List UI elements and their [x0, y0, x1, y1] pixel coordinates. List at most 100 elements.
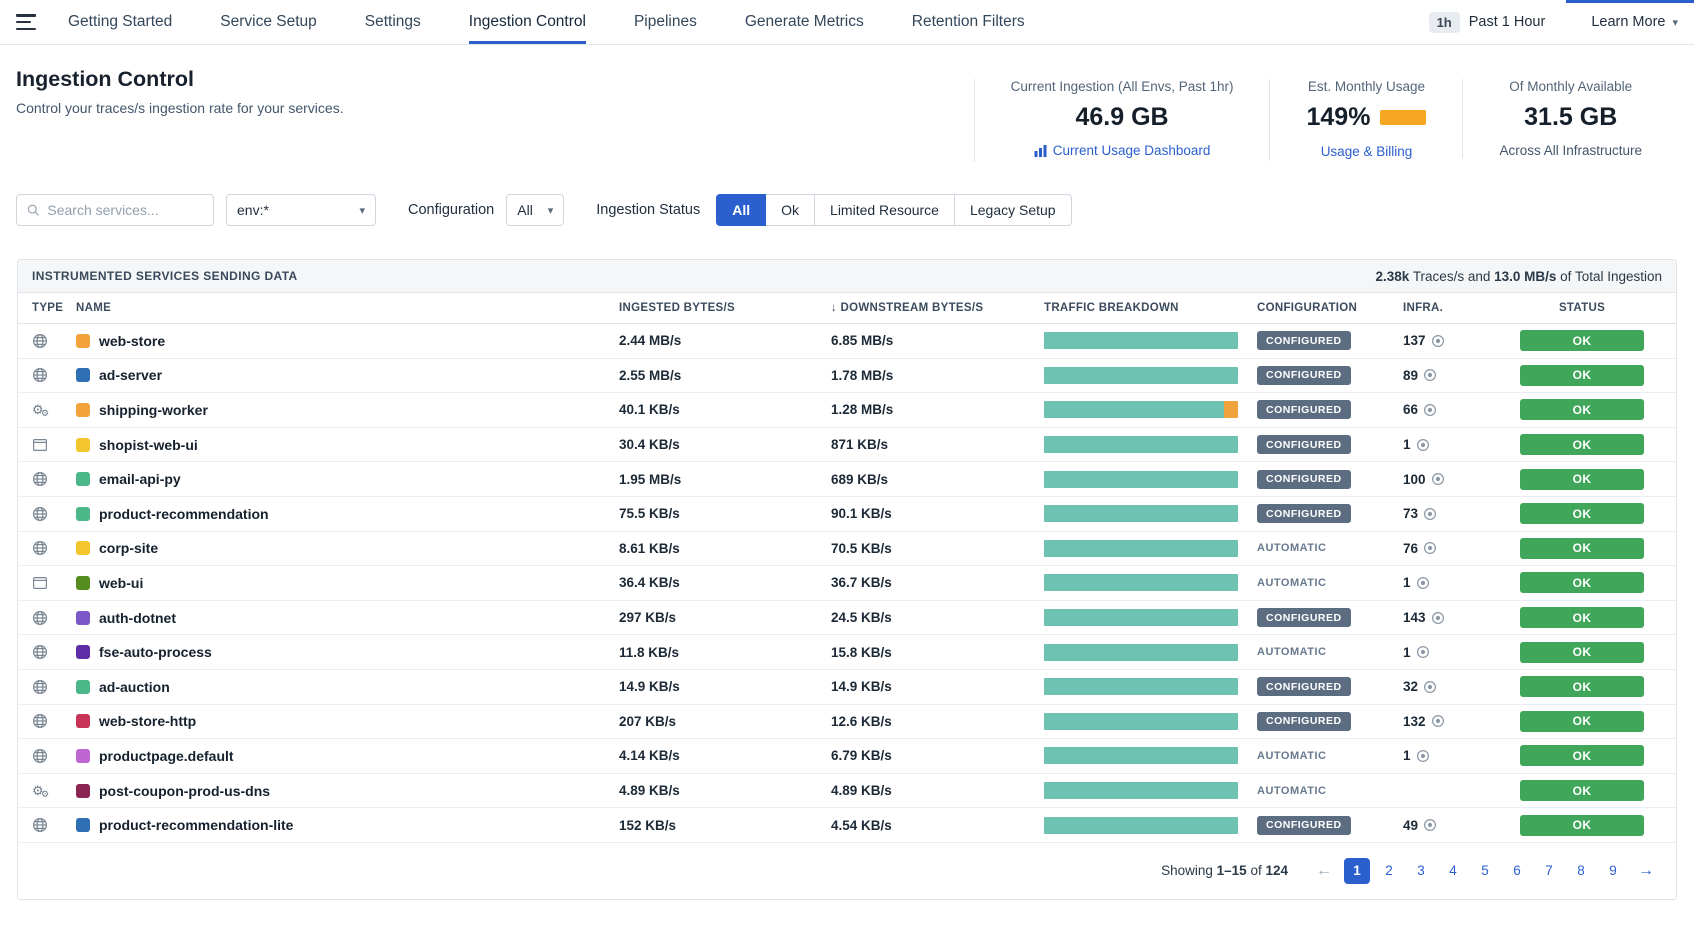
- time-range-label[interactable]: Past 1 Hour: [1469, 14, 1546, 30]
- tab-ingestion-control[interactable]: Ingestion Control: [469, 0, 586, 44]
- status-badge[interactable]: OK: [1520, 745, 1644, 766]
- service-name[interactable]: fse-auto-process: [99, 644, 212, 660]
- table-row[interactable]: ad-auction 14.9 KB/s 14.9 KB/s CONFIGURE…: [18, 670, 1676, 705]
- service-name[interactable]: post-coupon-prod-us-dns: [99, 783, 270, 799]
- status-badge[interactable]: OK: [1520, 676, 1644, 697]
- table-row[interactable]: fse-auto-process 11.8 KB/s 15.8 KB/s AUT…: [18, 635, 1676, 670]
- page-button-9[interactable]: 9: [1600, 858, 1626, 884]
- ingested-bytes-value: 2.55 MB/s: [619, 368, 831, 383]
- learn-more-button[interactable]: Learn More ▾: [1591, 14, 1678, 30]
- infra-cell: 89: [1403, 368, 1502, 383]
- service-color-square: [76, 680, 90, 694]
- service-name[interactable]: shipping-worker: [99, 402, 208, 418]
- page-button-5[interactable]: 5: [1472, 858, 1498, 884]
- usage-billing-link[interactable]: Usage & Billing: [1321, 144, 1413, 159]
- column-header-ingested[interactable]: INGESTED BYTES/S: [619, 302, 831, 314]
- prev-page-arrow-icon[interactable]: ←: [1310, 862, 1338, 880]
- status-badge[interactable]: OK: [1520, 815, 1644, 836]
- status-badge[interactable]: OK: [1520, 469, 1644, 490]
- service-name[interactable]: product-recommendation-lite: [99, 817, 293, 833]
- env-filter-select[interactable]: env:* ▾: [226, 194, 376, 226]
- host-icon: [1431, 611, 1445, 625]
- infra-cell: 100: [1403, 472, 1502, 487]
- status-badge[interactable]: OK: [1520, 503, 1644, 524]
- page-button-7[interactable]: 7: [1536, 858, 1562, 884]
- tab-retention-filters[interactable]: Retention Filters: [912, 0, 1025, 44]
- column-header-status[interactable]: STATUS: [1502, 302, 1662, 314]
- table-row[interactable]: ⚙⚙ shipping-worker 40.1 KB/s 1.28 MB/s C…: [18, 393, 1676, 428]
- infra-cell: 76: [1403, 541, 1502, 556]
- service-name[interactable]: web-store: [99, 333, 165, 349]
- current-usage-dashboard-link[interactable]: Current Usage Dashboard: [1034, 143, 1211, 158]
- status-badge[interactable]: OK: [1520, 711, 1644, 732]
- service-color-square: [76, 784, 90, 798]
- service-name[interactable]: email-api-py: [99, 471, 181, 487]
- menu-icon[interactable]: [16, 14, 38, 30]
- column-header-name[interactable]: NAME: [76, 302, 619, 314]
- column-header-infra[interactable]: INFRA.: [1403, 302, 1502, 314]
- page-button-8[interactable]: 8: [1568, 858, 1594, 884]
- table-row[interactable]: productpage.default 4.14 KB/s 6.79 KB/s …: [18, 739, 1676, 774]
- service-name[interactable]: ad-server: [99, 367, 162, 383]
- globe-icon: [32, 333, 48, 349]
- service-name[interactable]: auth-dotnet: [99, 610, 176, 626]
- page-button-2[interactable]: 2: [1376, 858, 1402, 884]
- page-button-1[interactable]: 1: [1344, 858, 1370, 884]
- status-badge[interactable]: OK: [1520, 365, 1644, 386]
- status-filter-all[interactable]: All: [716, 194, 766, 226]
- column-header-type[interactable]: TYPE: [32, 302, 76, 314]
- table-row[interactable]: email-api-py 1.95 MB/s 689 KB/s CONFIGUR…: [18, 462, 1676, 497]
- host-icon: [1416, 749, 1430, 763]
- configuration-filter-select[interactable]: All ▾: [506, 194, 564, 226]
- status-filter-legacy-setup[interactable]: Legacy Setup: [954, 194, 1072, 226]
- tab-settings[interactable]: Settings: [365, 0, 421, 44]
- table-row[interactable]: ad-server 2.55 MB/s 1.78 MB/s CONFIGURED…: [18, 359, 1676, 394]
- column-header-configuration[interactable]: CONFIGURATION: [1257, 302, 1403, 314]
- table-row[interactable]: web-store 2.44 MB/s 6.85 MB/s CONFIGURED…: [18, 324, 1676, 359]
- table-row[interactable]: auth-dotnet 297 KB/s 24.5 KB/s CONFIGURE…: [18, 601, 1676, 636]
- status-badge[interactable]: OK: [1520, 434, 1644, 455]
- status-badge[interactable]: OK: [1520, 607, 1644, 628]
- search-input[interactable]: [47, 202, 203, 218]
- status-badge[interactable]: OK: [1520, 642, 1644, 663]
- service-name[interactable]: product-recommendation: [99, 506, 269, 522]
- service-name[interactable]: corp-site: [99, 540, 158, 556]
- column-header-downstream-sorted[interactable]: ↓ DOWNSTREAM BYTES/S: [831, 302, 1044, 314]
- time-range-badge[interactable]: 1h: [1429, 12, 1460, 33]
- page-button-4[interactable]: 4: [1440, 858, 1466, 884]
- next-page-arrow-icon[interactable]: →: [1632, 862, 1660, 880]
- status-filter-limited-resource[interactable]: Limited Resource: [814, 194, 955, 226]
- table-row[interactable]: corp-site 8.61 KB/s 70.5 KB/s AUTOMATIC …: [18, 532, 1676, 567]
- status-badge[interactable]: OK: [1520, 538, 1644, 559]
- infra-count: 32: [1403, 679, 1418, 694]
- page-button-3[interactable]: 3: [1408, 858, 1434, 884]
- status-badge[interactable]: OK: [1520, 780, 1644, 801]
- status-badge[interactable]: OK: [1520, 399, 1644, 420]
- tab-generate-metrics[interactable]: Generate Metrics: [745, 0, 864, 44]
- service-name[interactable]: ad-auction: [99, 679, 170, 695]
- automatic-label: AUTOMATIC: [1257, 577, 1326, 589]
- table-row[interactable]: product-recommendation 75.5 KB/s 90.1 KB…: [18, 497, 1676, 532]
- globe-icon: [32, 506, 48, 522]
- service-name[interactable]: shopist-web-ui: [99, 437, 198, 453]
- tab-getting-started[interactable]: Getting Started: [68, 0, 172, 44]
- ingested-bytes-value: 152 KB/s: [619, 818, 831, 833]
- infra-count: 1: [1403, 645, 1411, 660]
- service-color-square: [76, 507, 90, 521]
- status-filter-ok[interactable]: Ok: [765, 194, 815, 226]
- status-badge[interactable]: OK: [1520, 330, 1644, 351]
- service-name[interactable]: web-ui: [99, 575, 143, 591]
- page-button-6[interactable]: 6: [1504, 858, 1530, 884]
- tab-service-setup[interactable]: Service Setup: [220, 0, 317, 44]
- service-name[interactable]: productpage.default: [99, 748, 234, 764]
- table-row[interactable]: web-store-http 207 KB/s 12.6 KB/s CONFIG…: [18, 705, 1676, 740]
- table-row[interactable]: shopist-web-ui 30.4 KB/s 871 KB/s CONFIG…: [18, 428, 1676, 463]
- status-badge[interactable]: OK: [1520, 572, 1644, 593]
- tab-pipelines[interactable]: Pipelines: [634, 0, 697, 44]
- table-row[interactable]: ⚙⚙ post-coupon-prod-us-dns 4.89 KB/s 4.8…: [18, 774, 1676, 809]
- automatic-label: AUTOMATIC: [1257, 750, 1326, 762]
- service-name[interactable]: web-store-http: [99, 713, 196, 729]
- column-header-traffic[interactable]: TRAFFIC BREAKDOWN: [1044, 302, 1257, 314]
- table-row[interactable]: product-recommendation-lite 152 KB/s 4.5…: [18, 808, 1676, 843]
- table-row[interactable]: web-ui 36.4 KB/s 36.7 KB/s AUTOMATIC 1 O…: [18, 566, 1676, 601]
